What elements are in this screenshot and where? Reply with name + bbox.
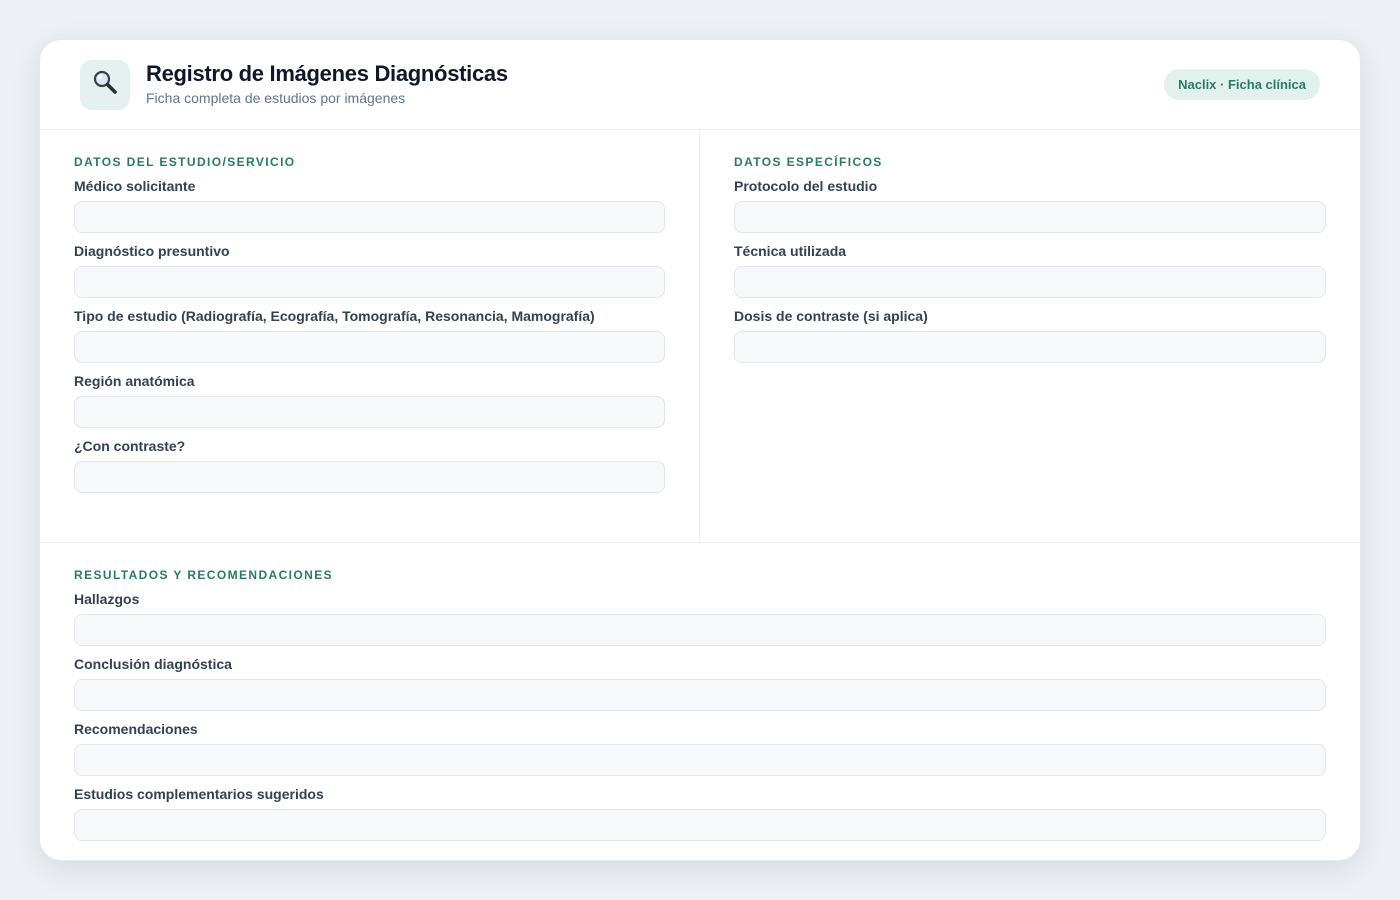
field-protocolo: Protocolo del estudio (734, 177, 1326, 233)
field-label: Región anatómica (74, 373, 195, 389)
field-label: Conclusión diagnóstica (74, 656, 232, 672)
hallazgos-input[interactable] (74, 614, 1326, 646)
page-title: Registro de Imágenes Diagnósticas (146, 61, 508, 86)
tecnica-input[interactable] (734, 266, 1326, 298)
page-subtitle: Ficha completa de estudios por imágenes (146, 90, 406, 106)
form-card: Registro de Imágenes Diagnósticas Ficha … (39, 39, 1361, 861)
results-section: Resultados y recomendaciones Hallazgos C… (40, 543, 1360, 841)
section-title: Datos del estudio/servicio (74, 155, 296, 169)
field-label: Médico solicitante (74, 178, 196, 194)
dosis-contraste-input[interactable] (734, 331, 1326, 363)
conclusion-input[interactable] (74, 679, 1326, 711)
field-label: Diagnóstico presuntivo (74, 243, 230, 259)
study-section: Datos del estudio/servicio Médico solici… (40, 130, 700, 542)
field-recomendaciones: Recomendaciones (74, 720, 1326, 776)
protocolo-input[interactable] (734, 201, 1326, 233)
con-contraste-input[interactable] (74, 461, 665, 493)
recomendaciones-input[interactable] (74, 744, 1326, 776)
field-diagnostico-presuntivo: Diagnóstico presuntivo (74, 242, 665, 298)
logo (80, 59, 130, 110)
section-title: Datos específicos (734, 155, 883, 169)
field-label: Dosis de contraste (si aplica) (734, 308, 928, 324)
estudios-complementarios-input[interactable] (74, 809, 1326, 841)
field-label: Recomendaciones (74, 721, 198, 737)
field-dosis-contraste: Dosis de contraste (si aplica) (734, 307, 1326, 363)
field-tipo-estudio: Tipo de estudio (Radiografía, Ecografía,… (74, 307, 665, 363)
field-tecnica: Técnica utilizada (734, 242, 1326, 298)
region-anatomica-input[interactable] (74, 396, 665, 428)
tipo-estudio-input[interactable] (74, 331, 665, 363)
field-region-anatomica: Región anatómica (74, 372, 665, 428)
field-conclusion: Conclusión diagnóstica (74, 655, 1326, 711)
field-estudios-complementarios: Estudios complementarios sugeridos (74, 785, 1326, 841)
field-hallazgos: Hallazgos (74, 590, 1326, 646)
magnifier-icon (92, 69, 118, 100)
form-header: Registro de Imágenes Diagnósticas Ficha … (40, 40, 1360, 130)
field-con-contraste: ¿Con contraste? (74, 437, 665, 493)
diagnostico-presuntivo-input[interactable] (74, 266, 665, 298)
field-label: Tipo de estudio (Radiografía, Ecografía,… (74, 308, 595, 324)
app-badge: Naclix · Ficha clínica (1164, 69, 1320, 100)
specific-section: Datos específicos Protocolo del estudio … (700, 130, 1360, 542)
field-label: ¿Con contraste? (74, 438, 186, 454)
section-title: Resultados y recomendaciones (74, 568, 334, 582)
field-label: Estudios complementarios sugeridos (74, 786, 324, 802)
medico-solicitante-input[interactable] (74, 201, 665, 233)
field-medico-solicitante: Médico solicitante (74, 177, 665, 233)
field-label: Hallazgos (74, 591, 140, 607)
field-label: Protocolo del estudio (734, 178, 878, 194)
field-label: Técnica utilizada (734, 243, 847, 259)
